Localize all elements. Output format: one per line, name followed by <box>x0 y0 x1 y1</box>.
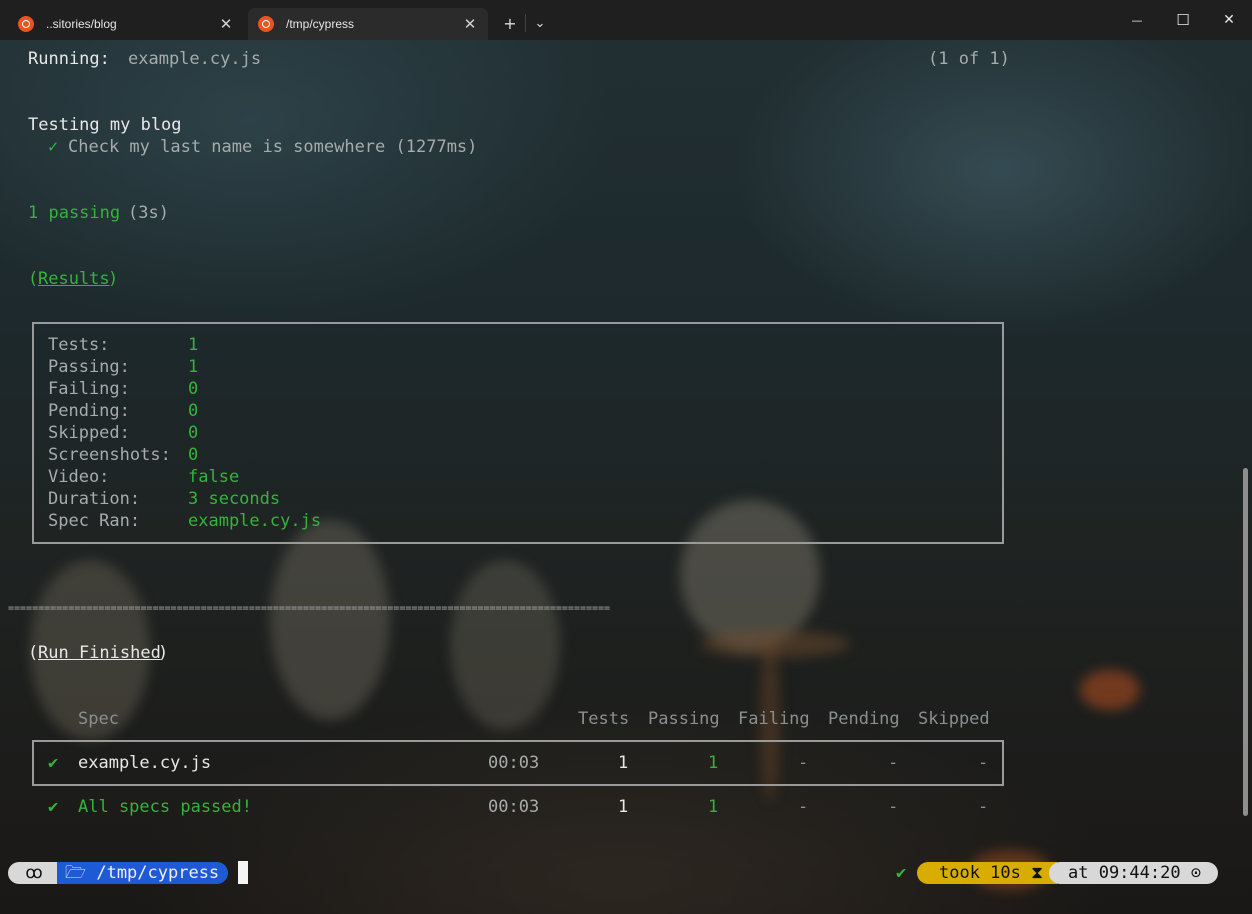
result-value: example.cy.js <box>188 511 322 531</box>
close-icon[interactable]: ✕ <box>460 15 480 33</box>
spec-pending: - <box>888 753 899 773</box>
result-key: Screenshots: <box>48 445 171 465</box>
running-count: (1 of 1) <box>928 49 1010 69</box>
results-paren-open: ( <box>28 269 39 289</box>
total-skipped: - <box>978 797 989 817</box>
result-key: Spec Ran: <box>48 511 141 531</box>
current-path: /tmp/cypress <box>96 863 220 883</box>
close-window-button[interactable]: ✕ <box>1206 0 1252 40</box>
time-segment: at 09:44:20 ⊙ <box>1049 862 1218 884</box>
total-tests: 1 <box>618 797 629 817</box>
terminal-output[interactable]: Running: example.cy.js (1 of 1) Testing … <box>0 40 1252 914</box>
result-value: 0 <box>188 445 199 465</box>
test-name: Check my last name is somewhere (1277ms) <box>68 137 478 157</box>
chevron-down-icon[interactable]: ⌄ <box>526 8 554 38</box>
check-icon: ✓ <box>48 137 59 157</box>
spec-passing: 1 <box>708 753 719 773</box>
spec-skipped: - <box>978 753 989 773</box>
close-icon[interactable]: ✕ <box>216 15 236 33</box>
linux-icon: ꝏ <box>25 863 43 883</box>
scrollbar[interactable] <box>1243 468 1248 816</box>
result-value: 1 <box>188 335 199 355</box>
total-time: 00:03 <box>488 797 540 817</box>
divider-line: ========================================… <box>8 603 611 614</box>
result-key: Pending: <box>48 401 130 421</box>
os-segment: ꝏ <box>8 862 60 884</box>
duration-segment: took 10s ⧗ <box>917 862 1057 884</box>
result-value: false <box>188 467 240 487</box>
result-key: Passing: <box>48 357 130 377</box>
tab-label: ..sitories/blog <box>46 17 117 31</box>
result-key: Skipped: <box>48 423 130 443</box>
run-paren-open: ( <box>28 643 39 663</box>
total-passing: 1 <box>708 797 719 817</box>
result-value: 1 <box>188 357 199 377</box>
result-value: 0 <box>188 401 199 421</box>
spec-tests: 1 <box>618 753 629 773</box>
text-cursor[interactable] <box>238 861 248 884</box>
result-key: Failing: <box>48 379 130 399</box>
tab-blog[interactable]: ..sitories/blog ✕ <box>8 8 244 40</box>
header-failing: Failing <box>738 709 810 729</box>
passing-summary: 1 passing <box>28 203 121 223</box>
header-pending: Pending <box>828 709 900 729</box>
running-label: Running: <box>28 49 110 69</box>
header-skipped: Skipped <box>918 709 990 729</box>
path-segment: 🗁 /tmp/cypress <box>57 862 228 884</box>
check-icon: ✔ <box>48 797 59 817</box>
result-key: Tests: <box>48 335 110 355</box>
total-failing: - <box>798 797 809 817</box>
status-check-icon: ✔ <box>896 863 907 883</box>
new-tab-button[interactable]: + <box>496 8 524 38</box>
spec-time: 00:03 <box>488 753 540 773</box>
result-value: 0 <box>188 379 199 399</box>
folder-icon: 🗁 <box>65 863 87 883</box>
header-passing: Passing <box>648 709 720 729</box>
title-bar: ..sitories/blog ✕ /tmp/cypress ✕ + ⌄ — ☐… <box>0 0 1252 40</box>
spec-failing: - <box>798 753 809 773</box>
results-box: Tests: 1 Passing: 1 Failing: 0 Pending: … <box>32 322 1004 544</box>
minimize-button[interactable]: — <box>1114 0 1160 40</box>
clock-icon: ⊙ <box>1190 863 1202 883</box>
suite-title: Testing my blog <box>28 115 182 135</box>
maximize-button[interactable]: ☐ <box>1160 0 1206 40</box>
tab-cypress[interactable]: /tmp/cypress ✕ <box>248 8 488 40</box>
result-key: Duration: <box>48 489 141 509</box>
header-tests: Tests <box>578 709 630 729</box>
all-specs-passed: All specs passed! <box>78 797 252 817</box>
at-text: at 09:44:20 <box>1068 863 1181 883</box>
total-pending: - <box>888 797 899 817</box>
results-heading: Results <box>38 269 110 289</box>
took-text: took 10s <box>939 863 1021 883</box>
check-icon: ✔ <box>48 753 59 773</box>
header-spec: Spec <box>78 709 119 729</box>
run-finished-heading: Run Finished <box>38 643 161 663</box>
spec-name: example.cy.js <box>78 753 212 773</box>
ubuntu-icon <box>18 16 34 32</box>
run-paren-close: ) <box>158 643 169 663</box>
running-file: example.cy.js <box>128 49 262 69</box>
tab-label: /tmp/cypress <box>286 17 355 31</box>
result-value: 3 seconds <box>188 489 281 509</box>
ubuntu-icon <box>258 16 274 32</box>
hourglass-icon: ⧗ <box>1031 863 1044 883</box>
result-key: Video: <box>48 467 110 487</box>
result-value: 0 <box>188 423 199 443</box>
passing-time: (3s) <box>128 203 169 223</box>
results-paren-close: ) <box>108 269 119 289</box>
